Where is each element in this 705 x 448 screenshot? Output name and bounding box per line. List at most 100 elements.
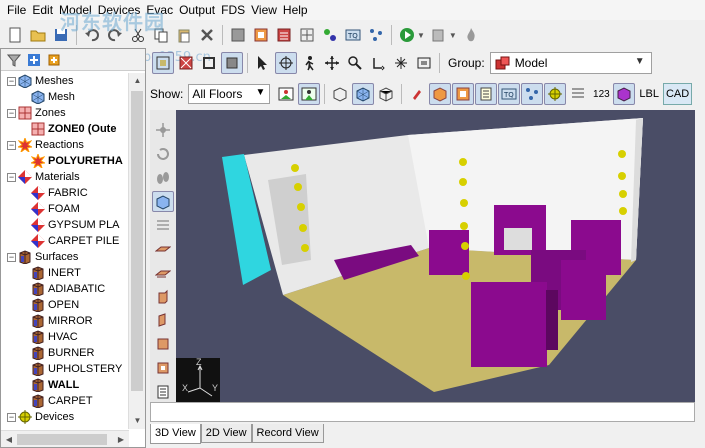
tree-item[interactable]: FABRIC (1, 185, 129, 201)
hole-toggle-icon[interactable] (452, 83, 475, 105)
chair[interactable] (561, 260, 606, 320)
mesh-cube-icon[interactable] (352, 83, 375, 105)
lbl-toggle[interactable]: LBL (636, 83, 662, 105)
tree-item[interactable]: CARPET (1, 393, 129, 409)
scroll-down-arrow[interactable]: ▼ (129, 413, 146, 429)
scroll-up-arrow[interactable]: ▲ (129, 73, 146, 89)
new-slab-alt-icon[interactable] (152, 263, 174, 284)
tree-item[interactable]: UPHOLSTERY (1, 361, 129, 377)
outline-view-icon[interactable] (198, 52, 220, 74)
paste-icon[interactable] (173, 24, 195, 46)
room-model[interactable] (176, 110, 695, 402)
expand-toggle-icon[interactable]: − (7, 412, 16, 422)
expand-toggle-icon[interactable]: − (7, 140, 16, 150)
numbers-toggle-icon[interactable]: 123 (590, 83, 612, 105)
pan-tool-icon[interactable] (321, 52, 343, 74)
tree-category[interactable]: − Devices (1, 409, 129, 425)
tree-horizontal-scrollbar[interactable]: ◀ ▶ (1, 430, 129, 447)
3d-viewport[interactable]: Z X Y (176, 110, 695, 402)
scroll-right-arrow[interactable]: ▶ (113, 431, 129, 448)
tree-item[interactable]: GYPSUM PLA (1, 217, 129, 233)
fit-view-icon[interactable] (413, 52, 435, 74)
add-object-icon[interactable] (24, 51, 44, 69)
grid-icon[interactable] (152, 215, 174, 236)
new-block-icon[interactable] (152, 310, 174, 331)
new-hole-icon[interactable] (152, 358, 174, 379)
notes-icon[interactable] (152, 381, 174, 402)
tree-category[interactable]: − Zones (1, 105, 129, 121)
labels-color-icon[interactable] (613, 83, 636, 105)
tree-item[interactable]: Mesh (1, 89, 129, 105)
roam-tool-icon[interactable] (367, 52, 389, 74)
orbit-tool-icon[interactable] (275, 52, 297, 74)
new-slab-icon[interactable] (152, 239, 174, 260)
results-dropdown-arrow[interactable]: ▼ (449, 31, 457, 40)
scroll-left-arrow[interactable]: ◀ (1, 431, 17, 448)
tree-item[interactable]: FOAM (1, 201, 129, 217)
particles-icon[interactable] (365, 24, 387, 46)
obstruction-icon[interactable] (227, 24, 249, 46)
select-tool-icon[interactable] (252, 52, 274, 74)
tab-record-view[interactable]: Record View (251, 424, 324, 443)
tab-3d-view[interactable]: 3D View (150, 424, 201, 444)
tree-item[interactable]: CARPET PILE (1, 233, 129, 249)
group-select[interactable]: Model ▼ (489, 52, 652, 74)
armchair[interactable] (471, 282, 547, 367)
tree-item[interactable]: ZONE0 (Oute (1, 121, 129, 137)
expand-toggle-icon[interactable]: − (7, 252, 16, 262)
tree-category[interactable]: − Materials (1, 169, 129, 185)
tree-item[interactable]: MIRROR (1, 313, 129, 329)
chair[interactable] (429, 230, 469, 275)
expand-toggle-icon[interactable]: − (7, 108, 16, 118)
thermocouple-icon[interactable]: TQ (342, 24, 364, 46)
mesh-view-icon[interactable] (152, 52, 174, 74)
undo-icon[interactable] (81, 24, 103, 46)
tree-item[interactable]: BURNER (1, 345, 129, 361)
floor-select[interactable]: All Floors ▼ (188, 84, 271, 104)
new-file-icon[interactable] (4, 24, 26, 46)
tree-item[interactable]: ADIABATIC (1, 281, 129, 297)
tree-item[interactable]: INERT (1, 265, 129, 281)
menu-file[interactable]: File (4, 0, 29, 20)
hide-mesh-icon[interactable] (175, 52, 197, 74)
fire-source-icon[interactable] (406, 83, 428, 105)
armchair-side[interactable] (546, 290, 558, 350)
menu-fds[interactable]: FDS (218, 0, 248, 20)
cad-toggle[interactable]: CAD (662, 83, 693, 105)
devices-icon[interactable] (319, 24, 341, 46)
tree-item[interactable]: WALL (1, 377, 129, 393)
sprinkler-toggle-icon[interactable] (544, 83, 567, 105)
tree-item[interactable]: OPEN (1, 297, 129, 313)
tree-category[interactable]: − Reactions (1, 136, 129, 154)
cut-icon[interactable] (127, 24, 149, 46)
menu-model[interactable]: Model (56, 0, 95, 20)
hole-icon[interactable] (250, 24, 272, 46)
expand-toggle-icon[interactable]: − (7, 76, 16, 86)
new-room-icon[interactable] (152, 334, 174, 355)
new-wall-icon[interactable] (152, 286, 174, 307)
reset-view-icon[interactable] (390, 52, 412, 74)
add-item-icon[interactable] (44, 51, 64, 69)
wireframe-icon[interactable] (329, 83, 351, 105)
menu-edit[interactable]: Edit (29, 0, 56, 20)
delete-icon[interactable] (196, 24, 218, 46)
scroll-thumb[interactable] (17, 434, 107, 445)
tree-category[interactable]: − Meshes (1, 73, 129, 89)
notes-toggle-icon[interactable] (475, 83, 498, 105)
tab-2d-view[interactable]: 2D View (200, 424, 252, 443)
redo-icon[interactable] (104, 24, 126, 46)
rotate-icon[interactable] (152, 144, 174, 165)
fire-icon[interactable] (460, 24, 482, 46)
slice-toggle-icon[interactable] (567, 83, 589, 105)
outline-cube-icon[interactable] (375, 83, 397, 105)
expand-toggle-icon[interactable]: − (7, 172, 16, 182)
menu-devices[interactable]: Devices (95, 0, 144, 20)
chair-seat[interactable] (504, 228, 532, 250)
fan-icon[interactable] (296, 24, 318, 46)
shaded-view-icon[interactable] (221, 52, 243, 74)
mesh-cube-icon[interactable] (152, 191, 174, 212)
open-folder-icon[interactable] (27, 24, 49, 46)
run-dropdown-arrow[interactable]: ▼ (417, 31, 425, 40)
run-simulation-icon[interactable] (396, 24, 418, 46)
walk-tool-icon[interactable] (298, 52, 320, 74)
